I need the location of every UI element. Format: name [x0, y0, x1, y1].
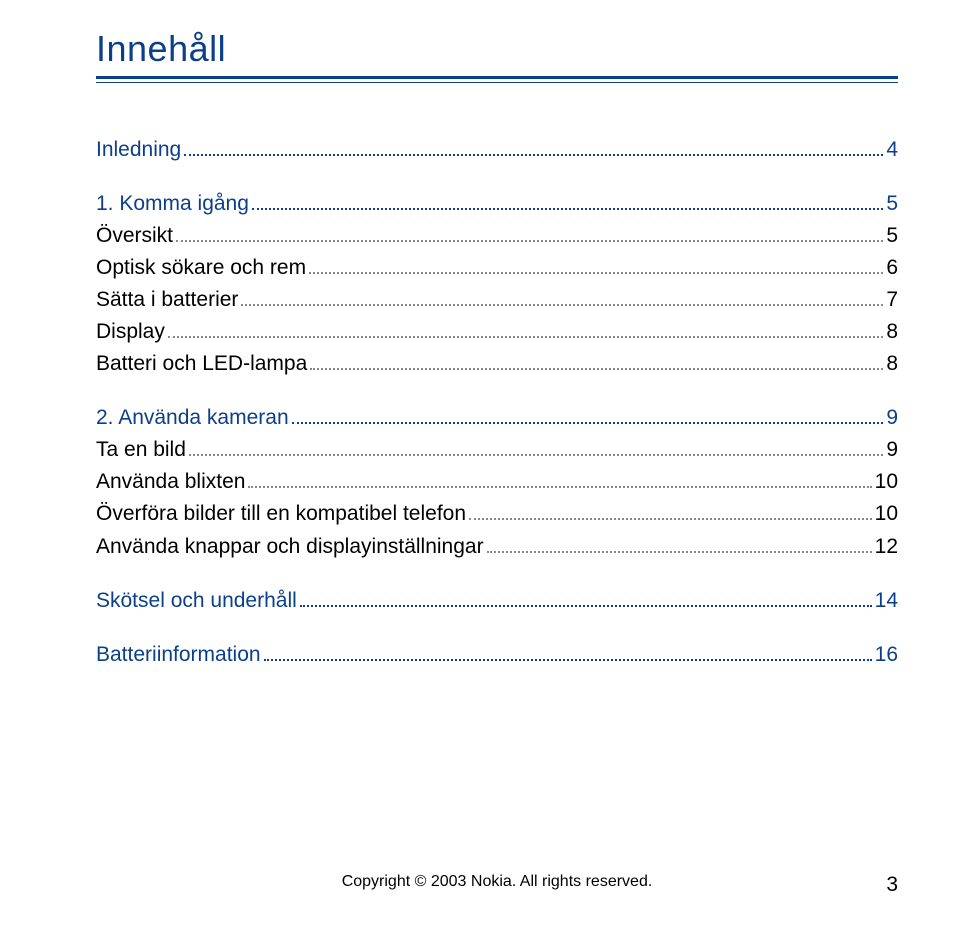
toc-page: 9 [886, 407, 898, 429]
title-rule-bottom [96, 82, 898, 83]
toc-leader-dots [241, 304, 883, 306]
toc-leader-dots [469, 518, 872, 520]
toc-entry[interactable]: Display 8 [96, 321, 898, 343]
toc-page: 4 [886, 139, 898, 161]
toc-label: Skötsel och underhåll [96, 590, 297, 612]
toc-label: Använda blixten [96, 471, 245, 493]
toc-leader-dots [487, 551, 872, 553]
toc-leader-dots [292, 422, 884, 424]
toc-page: 12 [875, 536, 898, 558]
toc-entry[interactable]: Överföra bilder till en kompatibel telef… [96, 503, 898, 525]
toc-page: 16 [875, 644, 898, 666]
toc-leader-dots [168, 336, 883, 338]
toc-entry[interactable]: Optisk sökare och rem 6 [96, 257, 898, 279]
page-number: 3 [886, 873, 898, 897]
toc-leader-dots [248, 486, 871, 488]
title-rule-top [96, 76, 898, 79]
toc-leader-dots [300, 605, 872, 607]
toc-label: Ta en bild [96, 439, 186, 461]
copyright-text: Copyright © 2003 Nokia. All rights reser… [342, 873, 653, 891]
toc-entry[interactable]: Översikt 5 [96, 225, 898, 247]
toc-entry[interactable]: Använda knappar och displayinställningar… [96, 536, 898, 558]
table-of-contents: Inledning 4 1. Komma igång 5 Översikt 5 Optisk… [96, 139, 898, 666]
toc-label: Batteri och LED-lampa [96, 353, 307, 375]
toc-entry[interactable]: Skötsel och underhåll 14 [96, 590, 898, 612]
toc-label: Optisk sökare och rem [96, 257, 306, 279]
page-footer: Copyright © 2003 Nokia. All rights reser… [0, 873, 960, 891]
toc-label: 1. Komma igång [96, 193, 249, 215]
toc-page: 10 [875, 471, 898, 493]
toc-entry[interactable]: 1. Komma igång 5 [96, 193, 898, 215]
toc-page: 6 [886, 257, 898, 279]
toc-entry[interactable]: 2. Använda kameran 9 [96, 407, 898, 429]
toc-entry[interactable]: Inledning 4 [96, 139, 898, 161]
toc-page: 8 [886, 353, 898, 375]
toc-leader-dots [184, 154, 883, 156]
toc-leader-dots [176, 240, 883, 242]
toc-entry[interactable]: Batteri och LED-lampa 8 [96, 353, 898, 375]
toc-label: 2. Använda kameran [96, 407, 289, 429]
toc-entry[interactable]: Batteriinformation 16 [96, 644, 898, 666]
toc-leader-dots [310, 368, 883, 370]
toc-entry[interactable]: Använda blixten 10 [96, 471, 898, 493]
toc-entry[interactable]: Sätta i batterier 7 [96, 289, 898, 311]
toc-label: Överföra bilder till en kompatibel telef… [96, 503, 466, 525]
toc-leader-dots [189, 454, 883, 456]
toc-label: Batteriinformation [96, 644, 261, 666]
toc-label: Använda knappar och displayinställningar [96, 536, 484, 558]
toc-page: 9 [886, 439, 898, 461]
toc-page: 14 [875, 590, 898, 612]
toc-leader-dots [252, 208, 883, 210]
page-title: Innehåll [96, 28, 898, 70]
toc-page: 5 [886, 225, 898, 247]
toc-page: 8 [886, 321, 898, 343]
toc-label: Inledning [96, 139, 181, 161]
toc-entry[interactable]: Ta en bild 9 [96, 439, 898, 461]
toc-page: 10 [875, 503, 898, 525]
toc-label: Display [96, 321, 165, 343]
toc-leader-dots [309, 272, 883, 274]
toc-leader-dots [264, 659, 872, 661]
toc-page: 7 [886, 289, 898, 311]
toc-label: Översikt [96, 225, 173, 247]
toc-label: Sätta i batterier [96, 289, 238, 311]
toc-page: 5 [886, 193, 898, 215]
